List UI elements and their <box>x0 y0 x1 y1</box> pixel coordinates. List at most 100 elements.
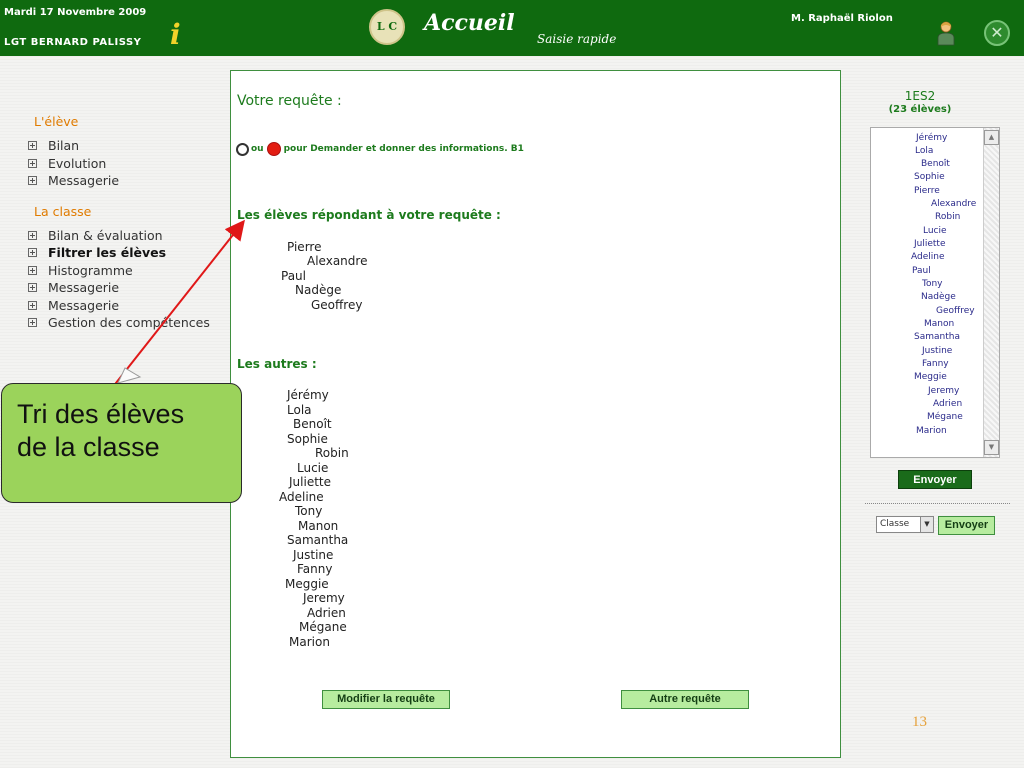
sidebar-item-label: Gestion des compétences <box>48 315 210 331</box>
matching-students-title: Les élèves répondant à votre requête : <box>237 208 501 222</box>
callout-line-1: Tri des élèves <box>17 399 185 429</box>
expand-icon <box>28 318 37 328</box>
list-item: Alexandre <box>307 254 368 268</box>
send-button[interactable]: Envoyer <box>898 470 972 489</box>
sidebar-item-bilan-evaluation[interactable]: Bilan & évaluation <box>28 227 222 245</box>
list-item: Tony <box>295 504 323 518</box>
sidebar-item-label: Messagerie <box>48 297 120 313</box>
sidebar-item-label: Filtrer les élèves <box>48 245 167 261</box>
page-title: Accueil <box>424 10 515 36</box>
expand-icon <box>28 230 37 240</box>
radio-empty-icon[interactable] <box>236 142 249 156</box>
other-request-button[interactable]: Autre requête <box>621 690 749 709</box>
sidebar-item-label: Messagerie <box>48 280 120 296</box>
list-item: Mégane <box>299 620 347 634</box>
sidebar-item-histogramme[interactable]: Histogramme <box>28 262 222 280</box>
request-text: pour Demander et donner des informations… <box>283 144 524 154</box>
sidebar-section-eleve: L'élève <box>34 114 79 129</box>
list-item[interactable]: Robin <box>935 212 960 222</box>
sidebar-item-messagerie[interactable]: Messagerie <box>28 172 222 190</box>
sidebar-section-classe: La classe <box>34 203 92 219</box>
sidebar-item-messagerie-classe-2[interactable]: Messagerie <box>28 297 222 315</box>
list-item[interactable]: Justine <box>922 346 952 356</box>
list-item: Geoffrey <box>311 298 363 312</box>
list-item[interactable]: Nadège <box>921 292 956 302</box>
annotation-callout: Tri des élèves de la classe <box>1 383 242 503</box>
list-item[interactable]: Mégane <box>927 412 963 422</box>
sidebar-list-classe: Bilan & évaluation Filtrer les élèves Hi… <box>28 227 222 332</box>
list-item[interactable]: Adrien <box>933 399 962 409</box>
logo-icon[interactable]: L C <box>369 9 405 45</box>
list-item: Lucie <box>297 461 329 475</box>
list-item: Robin <box>315 446 349 460</box>
list-item[interactable]: Manon <box>924 319 954 329</box>
list-item[interactable]: Lucie <box>923 226 947 236</box>
sidebar-item-label: Histogramme <box>48 262 133 278</box>
class-name: 1ES2 <box>904 89 936 103</box>
list-item[interactable]: Lola <box>915 146 933 156</box>
listbox-scrollbar[interactable]: ▲ ▼ <box>983 128 999 457</box>
close-icon[interactable]: ✕ <box>984 20 1010 46</box>
class-select[interactable]: Classe ▼ <box>876 516 934 533</box>
expand-icon <box>28 300 37 310</box>
list-item[interactable]: Jérémy <box>916 133 947 143</box>
other-students-title: Les autres : <box>237 357 317 371</box>
pencil-icon <box>117 367 142 384</box>
school-name: LGT BERNARD PALISSY <box>4 37 142 48</box>
list-item: Meggie <box>285 577 329 591</box>
sidebar-item-label: Messagerie <box>48 173 120 189</box>
sidebar-item-evolution[interactable]: Evolution <box>28 155 222 173</box>
list-item[interactable]: Fanny <box>922 359 949 369</box>
sidebar-list-eleve: Bilan Evolution Messagerie <box>28 137 222 190</box>
list-item: Pierre <box>287 240 322 254</box>
scroll-up-icon[interactable]: ▲ <box>984 130 999 145</box>
send-button-2[interactable]: Envoyer <box>938 516 995 535</box>
sidebar-item-messagerie-classe[interactable]: Messagerie <box>28 279 222 297</box>
expand-icon <box>28 248 37 258</box>
list-item: Adrien <box>307 606 346 620</box>
list-item[interactable]: Benoît <box>921 159 950 169</box>
divider <box>865 503 1010 504</box>
sidebar: L'élève Bilan Evolution Messagerie La cl… <box>22 114 222 332</box>
sidebar-item-label: Bilan <box>48 138 80 154</box>
expand-icon <box>28 176 37 186</box>
list-item: Jérémy <box>287 388 329 402</box>
list-item[interactable]: Jeremy <box>928 386 959 396</box>
main-panel: Votre requête : ou pour Demander et donn… <box>230 70 841 758</box>
chevron-down-icon[interactable]: ▼ <box>920 517 933 532</box>
info-icon[interactable]: i <box>170 18 181 51</box>
scroll-down-icon[interactable]: ▼ <box>984 440 999 455</box>
list-item[interactable]: Juliette <box>914 239 946 249</box>
list-item[interactable]: Tony <box>922 279 943 289</box>
sidebar-item-label: Bilan & évaluation <box>48 227 163 243</box>
student-count: (23 élèves) <box>888 104 952 115</box>
list-item[interactable]: Alexandre <box>931 199 976 209</box>
sidebar-item-gestion-competences[interactable]: Gestion des compétences <box>28 314 222 332</box>
list-item: Adeline <box>279 490 324 504</box>
list-item: Lola <box>287 403 312 417</box>
list-item[interactable]: Samantha <box>914 332 960 342</box>
list-item: Sophie <box>287 432 328 446</box>
list-item: Benoît <box>293 417 332 431</box>
user-avatar-icon[interactable] <box>935 20 957 46</box>
radio-selected-icon[interactable] <box>266 142 281 156</box>
list-item[interactable]: Geoffrey <box>936 306 975 316</box>
list-item[interactable]: Sophie <box>914 172 945 182</box>
list-item[interactable]: Meggie <box>914 372 947 382</box>
list-item: Manon <box>298 519 339 533</box>
list-item[interactable]: Adeline <box>911 252 945 262</box>
callout-line-2: de la classe <box>17 432 160 462</box>
expand-icon <box>28 141 37 151</box>
list-item: Fanny <box>297 562 333 576</box>
user-name: M. Raphaël Riolon <box>791 13 893 24</box>
request-title: Votre requête : <box>237 93 342 109</box>
student-listbox[interactable]: Jérémy Lola Benoît Sophie Pierre Alexand… <box>870 127 1000 458</box>
list-item[interactable]: Paul <box>912 266 931 276</box>
sidebar-item-filtrer-eleves[interactable]: Filtrer les élèves <box>28 244 222 262</box>
list-item[interactable]: Pierre <box>914 186 940 196</box>
modify-request-button[interactable]: Modifier la requête <box>322 690 450 709</box>
sidebar-item-bilan[interactable]: Bilan <box>28 137 222 155</box>
list-item[interactable]: Marion <box>916 426 947 436</box>
expand-icon <box>28 265 37 275</box>
sidebar-item-label: Evolution <box>48 155 107 171</box>
